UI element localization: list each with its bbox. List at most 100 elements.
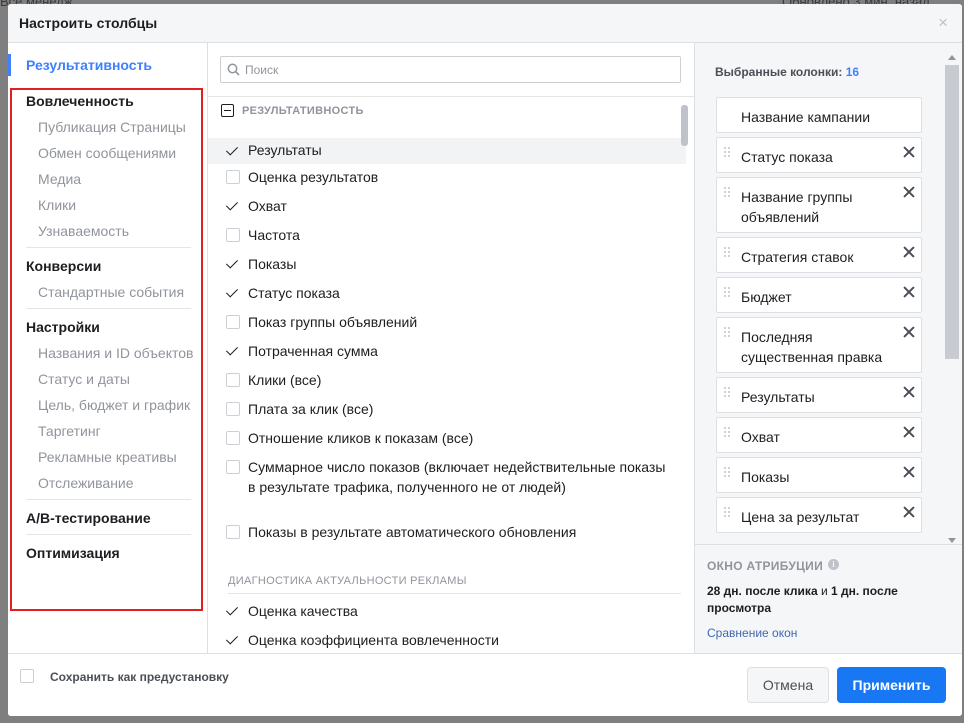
drag-handle-icon[interactable]: [724, 427, 730, 438]
save-preset-label: Сохранить как предустановку: [50, 670, 229, 684]
selected-columns-heading: Выбранные колонки: 16: [715, 65, 859, 79]
apply-button[interactable]: Применить: [837, 667, 946, 703]
remove-column-icon[interactable]: [903, 386, 915, 398]
selected-column-item[interactable]: Статус показа: [716, 137, 922, 173]
compare-windows-link[interactable]: Сравнение окон: [707, 626, 797, 640]
sidebar-item-media[interactable]: Медиа: [38, 171, 81, 187]
remove-column-icon[interactable]: [903, 286, 915, 298]
selected-columns-title: Выбранные колонки:: [715, 65, 843, 79]
checkbox-checked[interactable]: [226, 344, 240, 358]
selected-column-item[interactable]: Название группы объявлений: [716, 177, 922, 233]
remove-column-icon[interactable]: [903, 326, 915, 338]
active-indicator: [8, 54, 11, 76]
selected-column-item[interactable]: Стратегия ставок: [716, 237, 922, 273]
selected-column-item[interactable]: Последняя существенная правка: [716, 317, 922, 373]
checkbox-checked[interactable]: [226, 633, 240, 647]
drag-handle-icon[interactable]: [724, 287, 730, 298]
sidebar-item-page-post[interactable]: Публикация Страницы: [38, 119, 186, 135]
metric-option[interactable]: Показы: [226, 254, 666, 274]
scrollbar-thumb[interactable]: [681, 105, 688, 146]
sidebar-item-performance[interactable]: Результативность: [26, 57, 152, 73]
metric-option[interactable]: Клики (все): [226, 370, 666, 390]
checkbox-unchecked[interactable]: [226, 431, 240, 445]
checkbox-checked[interactable]: [226, 286, 240, 300]
scroll-down-icon[interactable]: [948, 538, 956, 543]
selected-column-label: Результаты: [741, 389, 815, 405]
checkbox-unchecked[interactable]: [226, 402, 240, 416]
checkbox-unchecked[interactable]: [226, 460, 240, 474]
checkbox-unchecked[interactable]: [226, 315, 240, 329]
checkbox-unchecked[interactable]: [226, 373, 240, 387]
metric-option[interactable]: Статус показа: [226, 283, 666, 303]
metric-option[interactable]: Результаты: [208, 138, 686, 164]
sidebar-divider: [26, 247, 191, 248]
sidebar-divider: [26, 534, 191, 535]
info-icon[interactable]: i: [828, 559, 839, 570]
checkbox-checked[interactable]: [226, 199, 240, 213]
sidebar-item-messaging[interactable]: Обмен сообщениями: [38, 145, 176, 161]
diagnostic-option[interactable]: Оценка коэффициента вовлеченности: [226, 630, 666, 650]
sidebar-item-goal-budget[interactable]: Цель, бюджет и график: [38, 397, 190, 413]
sidebar-category-conversions[interactable]: Конверсии: [26, 258, 101, 274]
sidebar-category-ab-testing[interactable]: A/B-тестирование: [26, 510, 151, 526]
selected-column-item[interactable]: Цена за результат: [716, 497, 922, 533]
remove-column-icon[interactable]: [903, 246, 915, 258]
remove-column-icon[interactable]: [903, 186, 915, 198]
checkbox-unchecked[interactable]: [226, 525, 240, 539]
drag-handle-icon[interactable]: [724, 507, 730, 518]
selected-columns-list: Название кампании Статус показа Название г…: [695, 91, 962, 542]
metric-option[interactable]: Плата за клик (все): [226, 399, 666, 419]
selected-column-item[interactable]: Показы: [716, 457, 922, 493]
metric-option[interactable]: Показ группы объявлений: [226, 312, 666, 332]
metric-option[interactable]: Суммарное число показов (включает недейс…: [226, 457, 666, 497]
drag-handle-icon[interactable]: [724, 467, 730, 478]
diagnostic-option[interactable]: Оценка качества: [226, 601, 666, 621]
search-input[interactable]: [245, 60, 665, 80]
selected-column-label: Бюджет: [741, 289, 792, 305]
remove-column-icon[interactable]: [903, 146, 915, 158]
cancel-button[interactable]: Отмена: [747, 667, 829, 703]
drag-handle-icon[interactable]: [724, 187, 730, 198]
remove-column-icon[interactable]: [903, 426, 915, 438]
drag-handle-icon[interactable]: [724, 147, 730, 158]
sidebar-category-engagement[interactable]: Вовлеченность: [26, 93, 134, 109]
sidebar-category-optimization[interactable]: Оптимизация: [26, 545, 120, 561]
sidebar-item-standard-events[interactable]: Стандартные события: [38, 284, 184, 300]
metric-option[interactable]: Отношение кликов к показам (все): [226, 428, 666, 448]
remove-column-icon[interactable]: [903, 466, 915, 478]
checkbox-checked[interactable]: [226, 257, 240, 271]
selected-column-label: Статус показа: [741, 149, 833, 165]
sidebar-item-tracking[interactable]: Отслеживание: [38, 475, 134, 491]
sidebar-category-settings[interactable]: Настройки: [26, 319, 100, 335]
metric-option-label: Отношение кликов к показам (все): [248, 430, 474, 446]
drag-handle-icon[interactable]: [724, 247, 730, 258]
checkbox-unchecked[interactable]: [226, 170, 240, 184]
selected-column-item[interactable]: Название кампании: [716, 97, 922, 133]
scroll-up-icon[interactable]: [948, 55, 956, 60]
metric-option[interactable]: Охват: [226, 196, 666, 216]
checkbox-unchecked[interactable]: [226, 228, 240, 242]
drag-handle-icon[interactable]: [724, 387, 730, 398]
remove-column-icon[interactable]: [903, 506, 915, 518]
checkbox-checked[interactable]: [226, 144, 240, 158]
selected-column-item[interactable]: Бюджет: [716, 277, 922, 313]
close-icon[interactable]: ×: [938, 13, 948, 33]
selected-column-item[interactable]: Результаты: [716, 377, 922, 413]
sidebar-item-awareness[interactable]: Узнаваемость: [38, 223, 129, 239]
selected-column-item[interactable]: Охват: [716, 417, 922, 453]
metric-option[interactable]: Оценка результатов: [226, 167, 666, 187]
metric-option[interactable]: Показы в результате автоматического обно…: [226, 522, 666, 542]
sidebar-item-clicks[interactable]: Клики: [38, 197, 76, 213]
save-preset-checkbox[interactable]: [20, 669, 34, 683]
drag-handle-icon[interactable]: [724, 327, 730, 338]
sidebar-item-targeting[interactable]: Таргетинг: [38, 423, 101, 439]
collapse-icon[interactable]: [221, 104, 234, 117]
category-sidebar: Результативность Вовлеченность Публикаци…: [8, 43, 208, 653]
metric-option[interactable]: Потраченная сумма: [226, 341, 666, 361]
sidebar-item-creatives[interactable]: Рекламные креативы: [38, 449, 177, 465]
scrollbar-thumb[interactable]: [945, 65, 959, 359]
metric-option[interactable]: Частота: [226, 225, 666, 245]
checkbox-checked[interactable]: [226, 604, 240, 618]
sidebar-item-status-dates[interactable]: Статус и даты: [38, 371, 130, 387]
sidebar-item-object-names[interactable]: Названия и ID объектов: [38, 345, 193, 361]
